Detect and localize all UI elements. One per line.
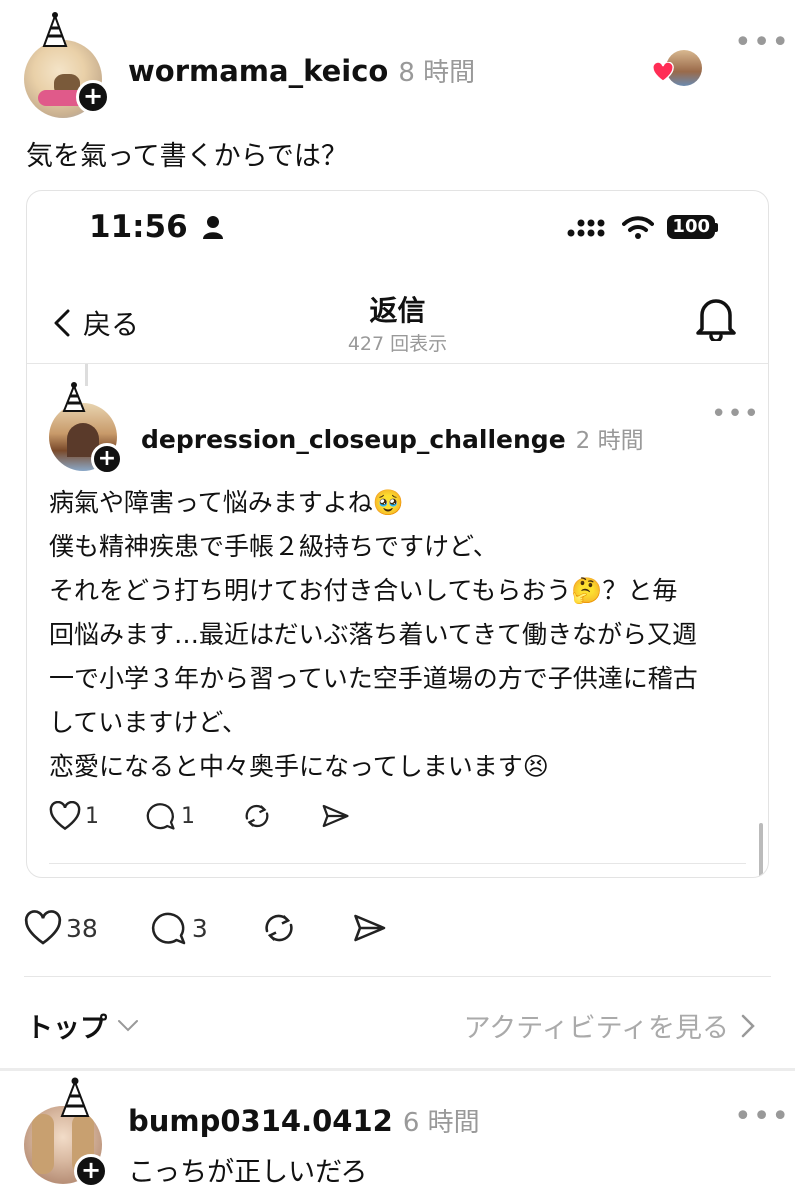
text-line: 恋愛になると中々奥手になってしまいます😣 <box>49 752 549 781</box>
post-username[interactable]: wormama_keico 8 時間 <box>128 52 475 89</box>
text-line: 回悩みます…最近はだいぶ落ち着いてきて働きながら又週 <box>49 620 698 649</box>
section-divider <box>0 1068 795 1071</box>
repost-button[interactable] <box>241 801 273 831</box>
sort-label: トップ <box>26 1013 107 1044</box>
party-hat-icon <box>62 382 86 412</box>
reply-username[interactable]: bump0314.0412 6 時間 <box>128 1102 480 1139</box>
text-line: 病氣や障害って悩みますよね🥹 <box>49 488 404 517</box>
card-divider <box>27 363 768 364</box>
scroll-indicator <box>759 823 763 877</box>
battery-icon: 100 <box>667 215 715 239</box>
person-icon <box>203 216 224 239</box>
more-options-icon[interactable]: ••• <box>734 28 790 58</box>
share-icon <box>353 914 385 942</box>
sort-dropdown[interactable]: トップ <box>26 1006 139 1045</box>
activity-link-label: アクティビティを見る <box>463 1013 729 1044</box>
repost-icon <box>265 914 293 942</box>
share-button[interactable] <box>319 801 351 831</box>
username-text[interactable]: bump0314.0412 <box>128 1104 393 1138</box>
like-count: 38 <box>66 913 98 943</box>
status-bar-icons: 100 <box>567 215 718 239</box>
text-line: 僕も精神疾患で手帳２級持ちですけど、 <box>49 532 498 561</box>
party-hat-icon <box>42 12 68 47</box>
share-button[interactable] <box>350 910 388 946</box>
reply-timestamp: 6 時間 <box>402 1108 480 1138</box>
username-text[interactable]: wormama_keico <box>128 54 388 88</box>
avatar-bump0314[interactable]: + <box>24 1077 108 1188</box>
view-count: 427 回表示 <box>347 333 448 355</box>
post-actions: 38 3 <box>24 910 440 946</box>
heart-icon <box>49 801 81 831</box>
avatar-depression-closeup[interactable]: + <box>49 382 123 475</box>
reply-button[interactable]: 3 <box>150 910 208 946</box>
follow-plus-icon[interactable]: + <box>76 80 110 114</box>
wifi-icon <box>622 216 655 239</box>
inner-divider <box>49 863 746 864</box>
more-options-icon[interactable]: ••• <box>734 1102 790 1132</box>
inner-post-text: 病氣や障害って悩みますよね🥹 僕も精神疾患で手帳２級持ちですけど、 それをどう打… <box>49 481 754 789</box>
inner-post-username[interactable]: depression_closeup_challenge 2 時間 <box>141 421 644 455</box>
like-button[interactable]: 38 <box>24 910 98 946</box>
like-count: 1 <box>85 803 99 829</box>
text-line: していますけど、 <box>49 708 248 737</box>
status-bar-time: 11:56 <box>89 209 224 245</box>
text-line: それをどう打ち明けてお付き合いしてもらおう🤔？と毎 <box>49 576 678 605</box>
share-icon <box>322 804 349 828</box>
username-text[interactable]: depression_closeup_challenge <box>141 425 566 454</box>
more-options-icon[interactable]: ••• <box>711 401 760 427</box>
avatar-wormama-keico[interactable]: + <box>24 12 110 118</box>
embedded-screenshot[interactable]: 11:56 100 戻る 返信 427 回表示 + depression_clo… <box>26 190 769 878</box>
follow-plus-icon[interactable]: + <box>74 1154 108 1188</box>
section-divider <box>24 976 771 977</box>
party-hat-icon <box>60 1077 90 1117</box>
signal-icon <box>567 219 605 237</box>
text-line: 一で小学３年から習っていた空手道場の方で子供達に稽古 <box>49 664 698 693</box>
repost-icon <box>245 804 269 828</box>
chevron-right-icon <box>741 1014 755 1037</box>
post-timestamp: 2 時間 <box>575 428 644 454</box>
view-activity-link[interactable]: アクティビティを見る <box>464 1006 755 1045</box>
nav-title: 返信 <box>369 294 426 327</box>
comment-icon <box>151 912 186 945</box>
reply-button[interactable]: 1 <box>145 801 195 831</box>
post-text: 気を氣って書くからでは？ <box>26 141 348 172</box>
reply-count: 1 <box>181 803 195 829</box>
inner-post-actions: 1 1 <box>49 801 397 831</box>
comment-icon <box>146 803 175 830</box>
liked-by-avatar[interactable] <box>652 50 702 86</box>
heart-icon <box>24 910 62 945</box>
repost-button[interactable] <box>260 910 298 946</box>
reply-count: 3 <box>191 913 208 943</box>
reply-text: こっちが正しいだろ <box>128 1157 368 1188</box>
heart-icon <box>652 62 674 82</box>
bell-icon[interactable] <box>694 295 738 341</box>
chevron-down-icon <box>118 1019 138 1031</box>
post-timestamp: 8 時間 <box>398 58 476 88</box>
follow-plus-icon[interactable]: + <box>91 443 123 475</box>
like-button[interactable]: 1 <box>49 801 99 831</box>
